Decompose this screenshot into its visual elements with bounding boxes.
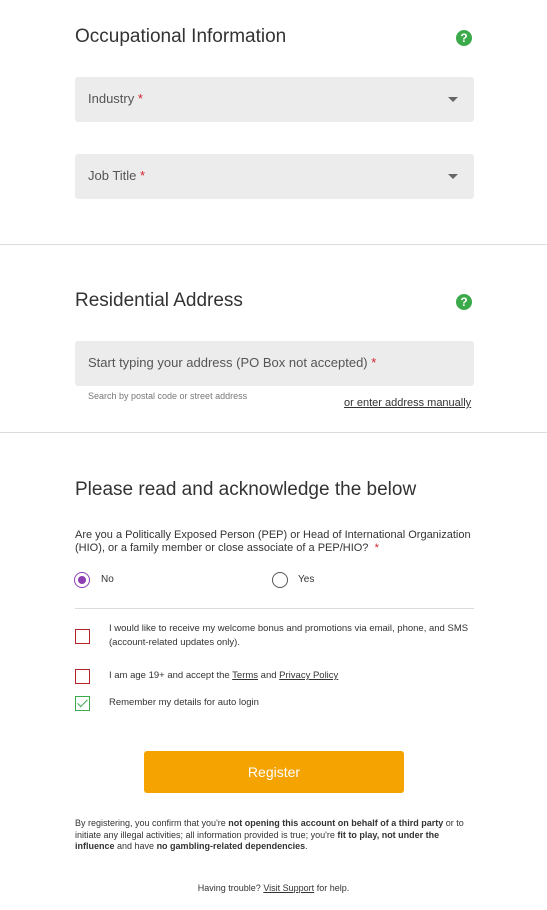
section-divider [0, 432, 547, 433]
privacy-policy-link[interactable]: Privacy Policy [279, 670, 338, 681]
industry-label: Industry * [88, 91, 143, 106]
visit-support-link[interactable]: Visit Support [263, 883, 314, 893]
promotions-checkbox[interactable] [75, 629, 90, 644]
address-hint: Search by postal code or street address [88, 391, 248, 401]
support-footer: Having trouble? Visit Support for help. [197, 883, 350, 893]
address-search-input[interactable]: Start typing your address (PO Box not ac… [75, 341, 474, 386]
terms-link[interactable]: Terms [232, 670, 258, 681]
enter-address-manually-link[interactable]: or enter address manually [344, 397, 471, 409]
job-title-select[interactable]: Job Title * [75, 154, 474, 199]
promotions-label: I would like to receive my welcome bonus… [109, 623, 469, 648]
industry-select[interactable]: Industry * [75, 77, 474, 122]
register-button[interactable]: Register [144, 751, 404, 793]
pep-yes-label[interactable]: Yes [298, 574, 314, 585]
acknowledge-section-title: Please read and acknowledge the below [75, 479, 417, 500]
pep-question: Are you a Politically Exposed Person (PE… [75, 529, 471, 554]
address-input-label: Start typing your address (PO Box not ac… [88, 355, 377, 370]
address-section-title: Residential Address [75, 290, 243, 311]
dropdown-caret-icon [448, 174, 458, 179]
section-divider [0, 244, 547, 245]
job-title-label: Job Title * [88, 168, 146, 183]
pep-yes-radio[interactable] [272, 572, 288, 588]
occupational-section-title: Occupational Information [75, 26, 287, 47]
occupational-help-icon[interactable]: ? [456, 30, 472, 46]
pep-no-label[interactable]: No [101, 574, 114, 585]
remember-me-label: Remember my details for auto login [109, 697, 259, 708]
divider [75, 608, 474, 609]
age-terms-checkbox[interactable] [75, 669, 90, 684]
pep-no-radio[interactable] [74, 572, 90, 588]
remember-me-checkbox[interactable] [75, 696, 90, 711]
dropdown-caret-icon [448, 97, 458, 102]
age-terms-label: I am age 19+ and accept the Terms and Pr… [109, 670, 339, 681]
address-help-icon[interactable]: ? [456, 294, 472, 310]
legal-disclaimer: By registering, you confirm that you're … [75, 818, 464, 851]
